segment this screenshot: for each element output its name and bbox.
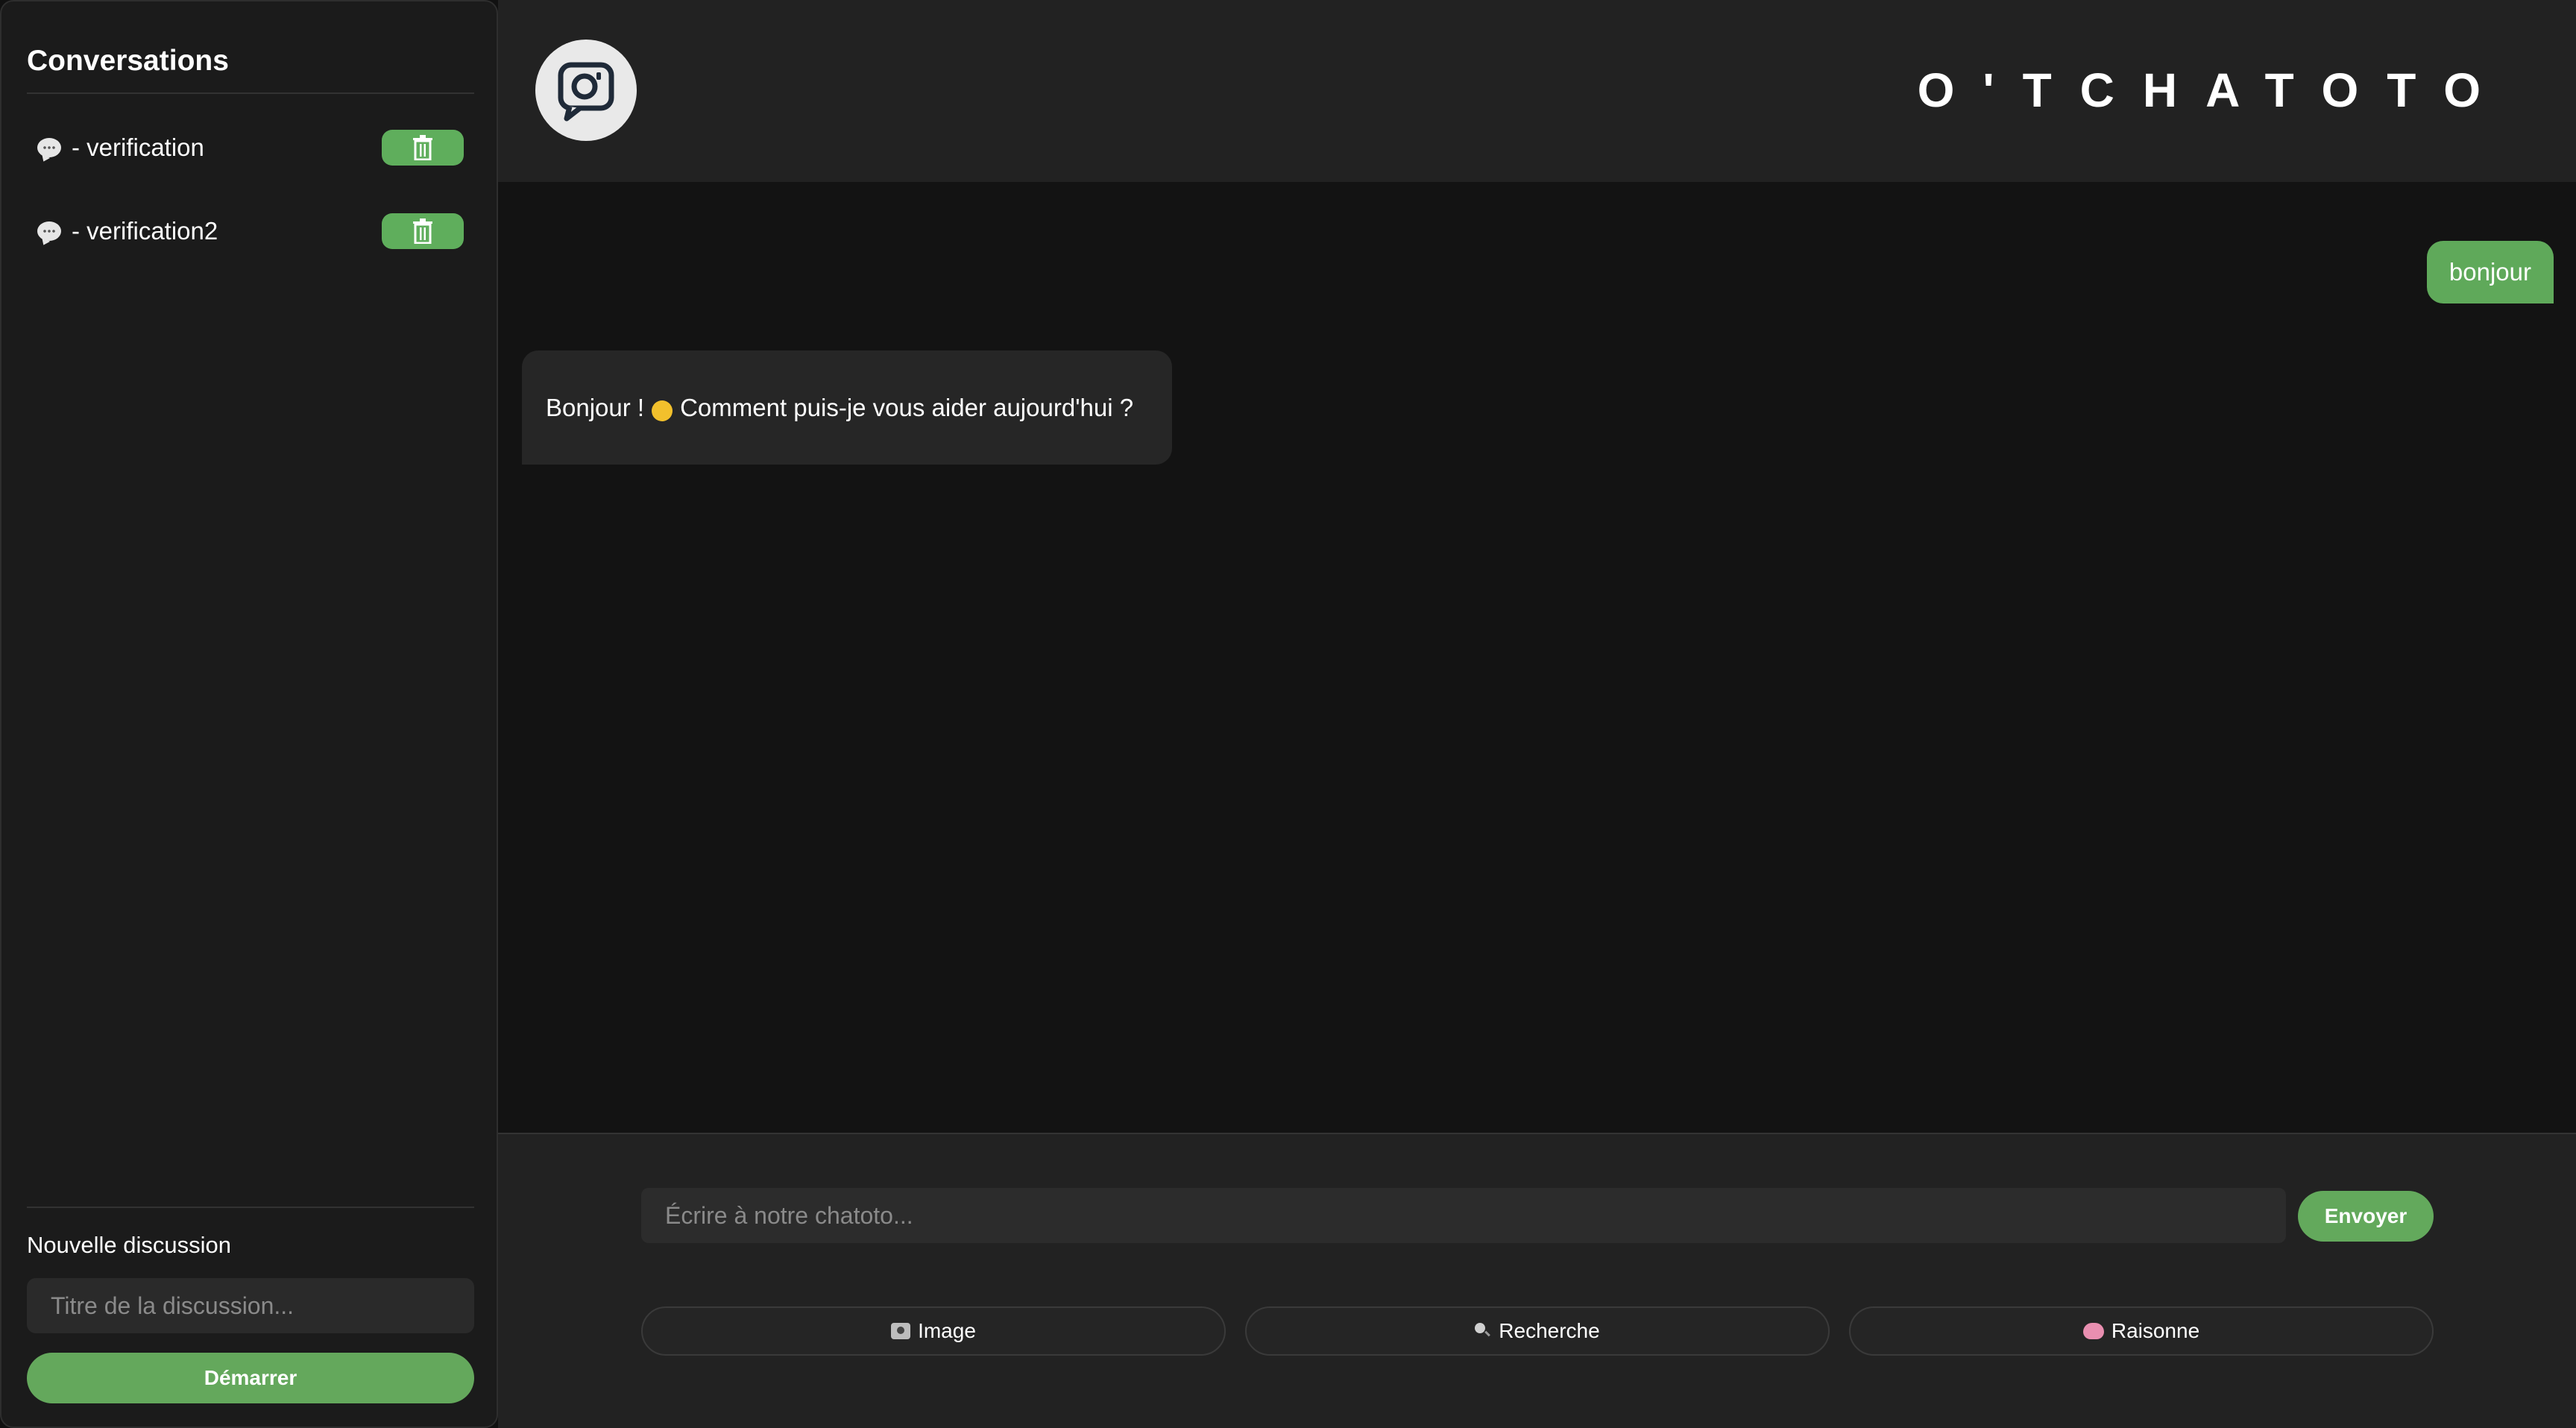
conversation-label: - verification — [72, 133, 204, 161]
chat-camera-logo-icon — [558, 62, 614, 122]
trash-icon — [413, 135, 432, 160]
trash-icon — [413, 218, 432, 244]
reasoning-mode-button[interactable]: Raisonne — [1849, 1306, 2434, 1356]
conversation-item[interactable]: - verification — [37, 125, 464, 170]
search-mode-button[interactable]: Recherche — [1245, 1306, 1830, 1356]
chat-messages: bonjour Bonjour ! Comment puis-je vous a… — [498, 182, 2576, 1133]
discussion-title-input[interactable] — [27, 1278, 474, 1333]
assistant-message-text: Bonjour ! — [546, 393, 645, 421]
camera-icon — [891, 1323, 911, 1339]
delete-conversation-button[interactable] — [382, 213, 464, 249]
assistant-message: Bonjour ! Comment puis-je vous aider auj… — [522, 350, 1172, 465]
mode-label: Raisonne — [2111, 1319, 2200, 1342]
sidebar-title: Conversations — [27, 45, 229, 77]
image-mode-button[interactable]: Image — [641, 1306, 1226, 1356]
chat-bubble-icon — [37, 221, 61, 241]
logo[interactable] — [535, 40, 637, 141]
message-input[interactable] — [641, 1188, 2286, 1243]
divider — [27, 1207, 474, 1208]
brain-icon — [2082, 1323, 2104, 1339]
send-button[interactable]: Envoyer — [2298, 1191, 2434, 1242]
chat-bubble-icon — [37, 138, 61, 157]
header: O'TCHATOTO — [498, 0, 2576, 182]
start-button[interactable]: Démarrer — [27, 1353, 474, 1403]
conversation-label: - verification2 — [72, 217, 218, 245]
conversation-link[interactable]: - verification — [37, 133, 204, 162]
brand-title: O'TCHATOTO — [1917, 63, 2509, 117]
smile-emoji-icon — [652, 400, 673, 421]
assistant-message-text: Comment puis-je vous aider aujourd'hui ? — [680, 393, 1134, 421]
divider — [27, 92, 474, 94]
mode-label: Recherche — [1499, 1319, 1600, 1342]
conversation-link[interactable]: - verification2 — [37, 217, 218, 245]
magnifier-icon — [1475, 1323, 1491, 1339]
app: Conversations - verification - verificat… — [0, 0, 2576, 1428]
delete-conversation-button[interactable] — [382, 130, 464, 166]
new-discussion-label: Nouvelle discussion — [27, 1232, 231, 1258]
user-message: bonjour — [2426, 241, 2554, 303]
conversation-item[interactable]: - verification2 — [37, 209, 464, 254]
sidebar: Conversations - verification - verificat… — [0, 0, 498, 1428]
mode-label: Image — [918, 1319, 976, 1342]
composer: Envoyer Image Recherche Raisonne — [498, 1133, 2576, 1428]
